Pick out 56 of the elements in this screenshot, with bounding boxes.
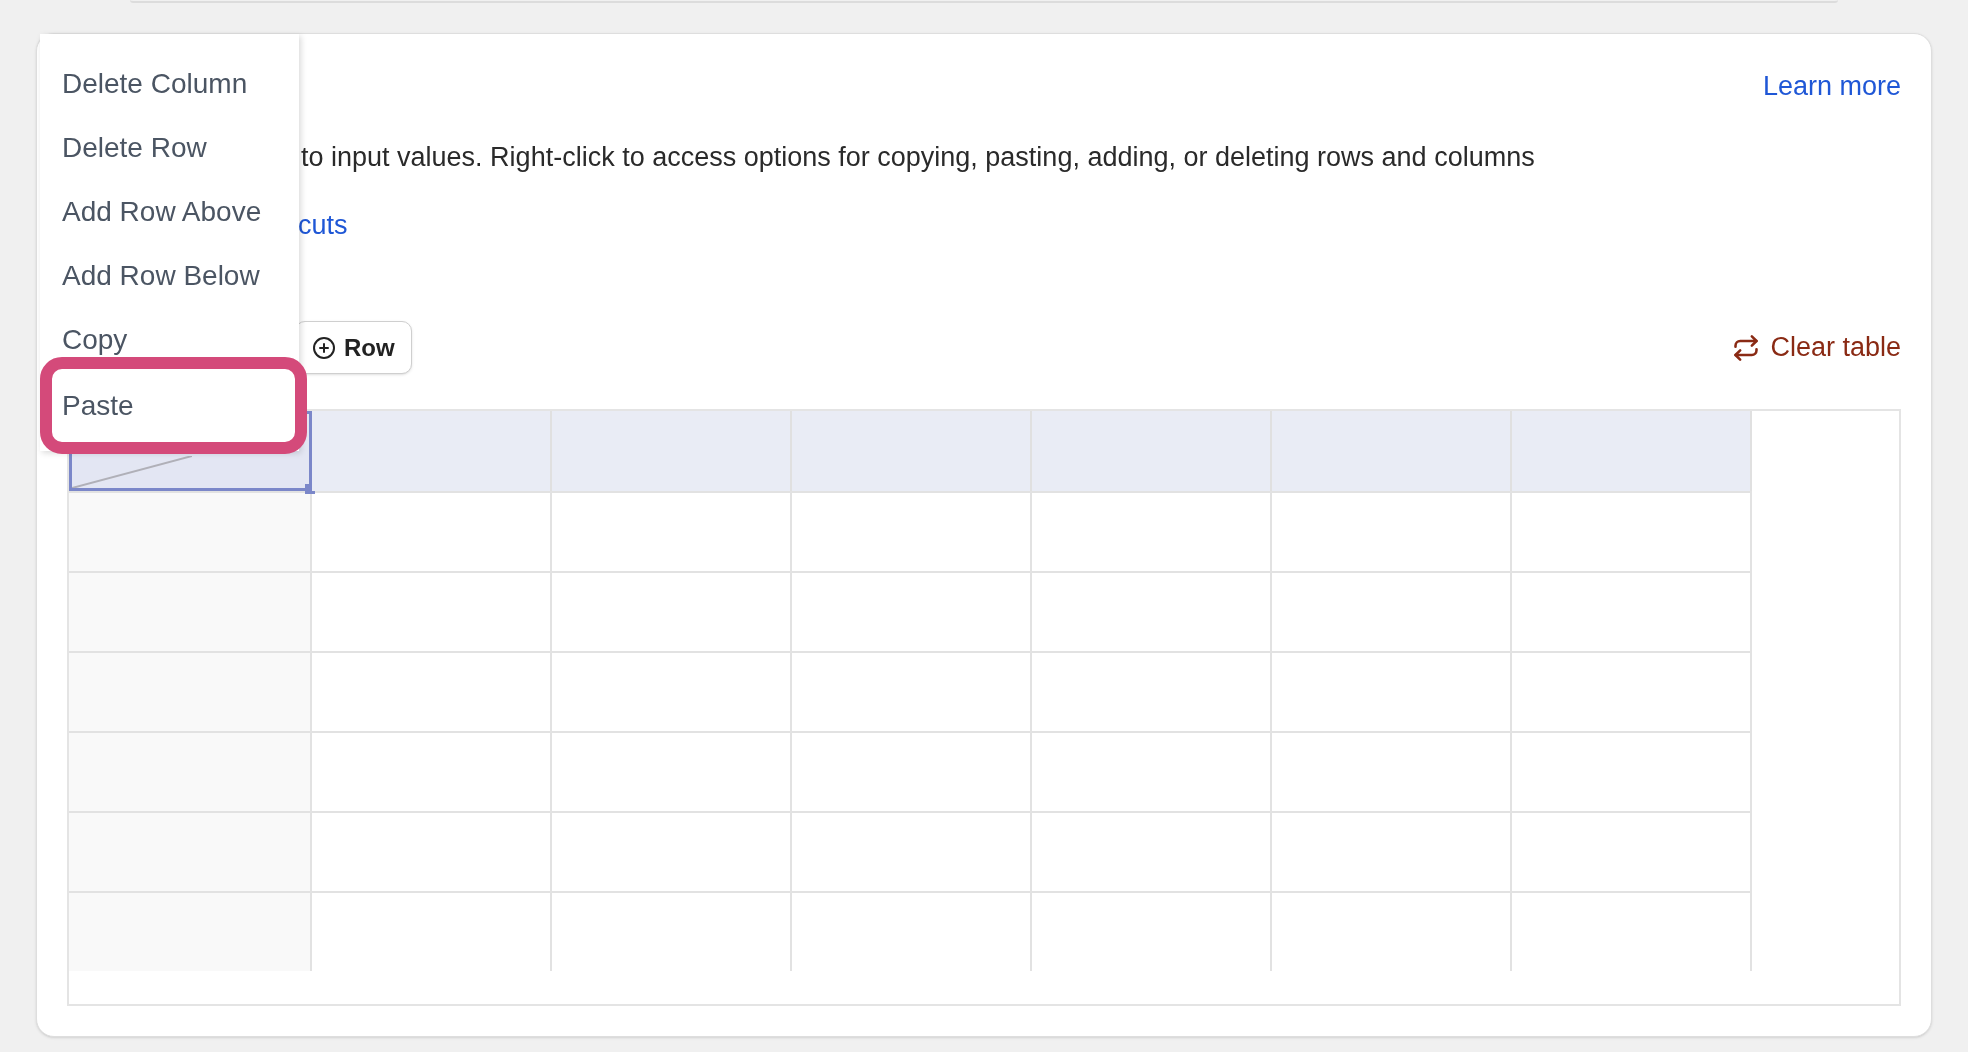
table-cell[interactable] xyxy=(1512,491,1752,571)
menu-item[interactable]: Paste xyxy=(40,357,307,454)
table-cell[interactable] xyxy=(792,571,1032,651)
table-cell[interactable] xyxy=(792,891,1032,971)
table-cell[interactable] xyxy=(552,731,792,811)
table-cell[interactable] xyxy=(1032,731,1272,811)
table-cell[interactable] xyxy=(1032,571,1272,651)
table-cell[interactable] xyxy=(1272,491,1512,571)
table-cell[interactable] xyxy=(69,891,312,971)
header-cell[interactable] xyxy=(1512,411,1752,491)
table-cell[interactable] xyxy=(312,651,552,731)
table-cell[interactable] xyxy=(1032,891,1272,971)
table-cell[interactable] xyxy=(1272,891,1512,971)
table-cell[interactable] xyxy=(312,891,552,971)
table-cell[interactable] xyxy=(552,651,792,731)
table-cell[interactable] xyxy=(1272,571,1512,651)
table-cell[interactable] xyxy=(312,491,552,571)
table-cell[interactable] xyxy=(792,651,1032,731)
table-cell[interactable] xyxy=(792,811,1032,891)
menu-item[interactable]: Delete Column xyxy=(40,67,299,101)
diagonal-line-icon xyxy=(72,456,192,488)
shortcuts-link[interactable]: cuts xyxy=(298,204,348,246)
table-cell[interactable] xyxy=(1272,651,1512,731)
table-cell[interactable] xyxy=(552,491,792,571)
table-cell[interactable] xyxy=(792,491,1032,571)
repeat-arrows-icon xyxy=(1732,333,1761,362)
table-cell[interactable] xyxy=(1272,811,1512,891)
learn-more-link[interactable]: Learn more xyxy=(1762,65,1901,107)
table-cell[interactable] xyxy=(1272,731,1512,811)
header-cell[interactable] xyxy=(312,411,552,491)
table-cell[interactable] xyxy=(1512,891,1752,971)
table-cell[interactable] xyxy=(1512,571,1752,651)
table-cell[interactable] xyxy=(552,811,792,891)
table-cell[interactable] xyxy=(1032,491,1272,571)
menu-item[interactable]: Add Row Below xyxy=(40,259,299,293)
menu-item[interactable]: Add Row Above xyxy=(40,195,299,229)
table-cell[interactable] xyxy=(312,571,552,651)
table-cell[interactable] xyxy=(1032,651,1272,731)
table-cell[interactable] xyxy=(69,651,312,731)
table-cell[interactable] xyxy=(312,731,552,811)
table-cell[interactable] xyxy=(792,731,1032,811)
table-cell[interactable] xyxy=(69,571,312,651)
menu-item[interactable]: Delete Row xyxy=(40,131,299,165)
table-cell[interactable] xyxy=(1512,651,1752,731)
clear-table-button[interactable]: Clear table xyxy=(1732,327,1901,368)
table-cell[interactable] xyxy=(312,811,552,891)
table-cell[interactable] xyxy=(1512,811,1752,891)
description-text: to input values. Right-click to access options for copying, pasting, adding, or deleting rows and columns xyxy=(301,140,1535,174)
plus-circle-icon xyxy=(312,335,336,360)
table-cell[interactable] xyxy=(69,811,312,891)
table-cell[interactable] xyxy=(552,891,792,971)
table-cell[interactable] xyxy=(552,571,792,651)
table-cell[interactable] xyxy=(69,731,312,811)
table-cell[interactable] xyxy=(1032,811,1272,891)
table-cell[interactable] xyxy=(69,491,312,571)
table-cell[interactable] xyxy=(1512,731,1752,811)
